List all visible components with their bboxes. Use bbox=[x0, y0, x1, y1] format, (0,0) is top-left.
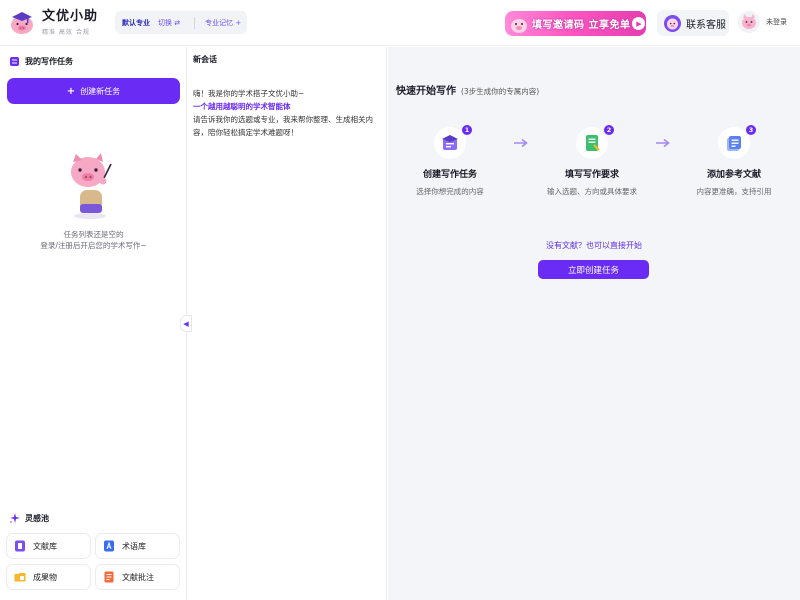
create-task-button[interactable]: + 创建新任务 bbox=[7, 78, 180, 104]
literature-annotation-label: 文献批注 bbox=[122, 572, 154, 582]
step-2-desc: 输入选题、方向或具体要求 bbox=[547, 187, 637, 196]
no-reference-hint: 没有文献？也可以直接开始 bbox=[388, 240, 800, 251]
step-fill-requirements: 2 填写写作要求 输入选题、方向或具体要求 bbox=[527, 125, 657, 197]
step-3-number: 3 bbox=[746, 125, 756, 135]
add-references-step-icon bbox=[727, 136, 741, 151]
switch-mode-button[interactable]: 切换 ⇄ bbox=[158, 18, 180, 28]
term-icon bbox=[104, 540, 114, 552]
empty-task-message: 任务列表还是空的 登录/注册后开启您的学术写作~ bbox=[0, 229, 187, 251]
pig-mascot-illustration bbox=[71, 153, 112, 219]
quick-start-heading: 快速开始写作 (3步生成你的专属内容) bbox=[396, 82, 539, 97]
step-3-title: 添加参考文献 bbox=[706, 170, 761, 180]
logo[interactable]: 文优小助 精准 高效 合规 bbox=[8, 8, 98, 36]
literature-library-button[interactable]: 文献库 bbox=[6, 533, 91, 559]
deliverables-label: 成果物 bbox=[33, 572, 57, 582]
inspiration-pool-title: 灵感池 bbox=[9, 513, 49, 524]
literature-annotation-button[interactable]: 文献批注 bbox=[95, 564, 180, 590]
terminology-library-button[interactable]: 术语库 bbox=[95, 533, 180, 559]
task-list-icon bbox=[10, 57, 19, 66]
quick-start-area: 快速开始写作 (3步生成你的专属内容) 1 创建写作任务 选择你想完成的内容 2… bbox=[388, 47, 800, 600]
invite-code-banner[interactable]: 填写邀请码 立享免单 ▶ bbox=[505, 11, 646, 36]
fill-requirements-step-icon bbox=[586, 135, 600, 151]
conversation-panel: 新会话 嗨！我是你的学术搭子文优小助~ 一个越用越聪明的学术智能体 请告诉我你的… bbox=[187, 47, 387, 600]
folder-icon bbox=[14, 573, 26, 582]
professional-memory-button[interactable]: 专业记忆 + bbox=[205, 18, 241, 28]
sidebar-title-label: 我的写作任务 bbox=[25, 57, 73, 66]
brand-slogan: 精准 高效 合规 bbox=[42, 28, 90, 36]
quick-start-title: 快速开始写作 bbox=[396, 86, 456, 97]
login-status-label: 未登录 bbox=[766, 18, 787, 26]
greeting-message: 嗨！我是你的学术搭子文优小助~ bbox=[193, 89, 305, 98]
tagline-message: 一个越用越聪明的学术智能体 bbox=[193, 102, 291, 111]
sparkle-icon bbox=[10, 513, 20, 523]
top-header: 文优小助 精准 高效 合规 默认专业 切换 ⇄ 专业记忆 + 填写邀请码 立享免… bbox=[0, 0, 800, 46]
deliverables-button[interactable]: 成果物 bbox=[6, 564, 91, 590]
start-create-task-button[interactable]: 立即创建任务 bbox=[538, 260, 649, 279]
service-avatar-icon bbox=[664, 14, 681, 32]
contact-service-button[interactable]: 联系客服 bbox=[657, 10, 729, 36]
sidebar-title: 我的写作任务 bbox=[10, 56, 73, 67]
banner-mascot-icon bbox=[511, 18, 527, 33]
step-2-title: 填写写作要求 bbox=[564, 170, 619, 180]
empty-line-2: 登录/注册后开启您的学术写作~ bbox=[40, 241, 147, 250]
task-sidebar: 我的写作任务 + 创建新任务 任务列表还是空的 登录/注册后开启您的学术写作~ … bbox=[0, 47, 187, 600]
play-arrow-icon: ▶ bbox=[632, 17, 646, 30]
terminology-library-label: 术语库 bbox=[122, 541, 146, 551]
contact-service-label: 联系客服 bbox=[686, 19, 726, 31]
step-2-number: 2 bbox=[604, 125, 614, 135]
step-1-title: 创建写作任务 bbox=[422, 170, 477, 180]
create-task-step-icon bbox=[442, 135, 458, 150]
book-icon bbox=[15, 540, 25, 552]
intro-message: 请告诉我你的选题或专业，我来帮你整理、生成相关内容，陪你轻松搞定学术难题呀！ bbox=[193, 115, 373, 137]
step-3-desc: 内容更准确，支持引用 bbox=[696, 187, 772, 196]
mode-divider bbox=[194, 16, 196, 29]
user-avatar-icon bbox=[738, 11, 760, 33]
brand-name: 文优小助 bbox=[42, 8, 99, 24]
annotation-icon bbox=[104, 571, 114, 583]
empty-line-1: 任务列表还是空的 bbox=[63, 230, 124, 239]
login-area[interactable]: 未登录 bbox=[738, 11, 787, 33]
plus-icon: + bbox=[66, 85, 76, 97]
step-3-icon-wrap: 3 bbox=[718, 125, 756, 159]
step-1-icon-wrap: 1 bbox=[434, 125, 472, 159]
inspiration-pool-label: 灵感池 bbox=[25, 514, 49, 523]
conversation-title: 新会话 bbox=[193, 55, 217, 64]
mode-switcher: 默认专业 切换 ⇄ 专业记忆 + bbox=[115, 11, 247, 34]
quick-start-subtitle: (3步生成你的专属内容) bbox=[461, 87, 540, 96]
step-1-number: 1 bbox=[462, 125, 472, 135]
step-add-references: 3 添加参考文献 内容更准确，支持引用 bbox=[669, 125, 799, 197]
no-reference-link[interactable]: 没有文献？也可以直接开始 bbox=[546, 241, 642, 250]
chevron-left-icon: ◀ bbox=[183, 319, 189, 328]
step-2-icon-wrap: 2 bbox=[576, 125, 614, 159]
current-mode-label: 默认专业 bbox=[122, 18, 150, 27]
banner-text: 填写邀请码 立享免单 bbox=[532, 20, 631, 31]
step-create-task: 1 创建写作任务 选择你想完成的内容 bbox=[385, 125, 515, 197]
create-task-label: 创建新任务 bbox=[80, 86, 121, 96]
literature-library-label: 文献库 bbox=[33, 541, 57, 551]
pig-logo-icon bbox=[11, 12, 33, 34]
collapse-panel-button[interactable]: ◀ bbox=[180, 315, 192, 332]
step-1-desc: 选择你想完成的内容 bbox=[416, 187, 484, 196]
